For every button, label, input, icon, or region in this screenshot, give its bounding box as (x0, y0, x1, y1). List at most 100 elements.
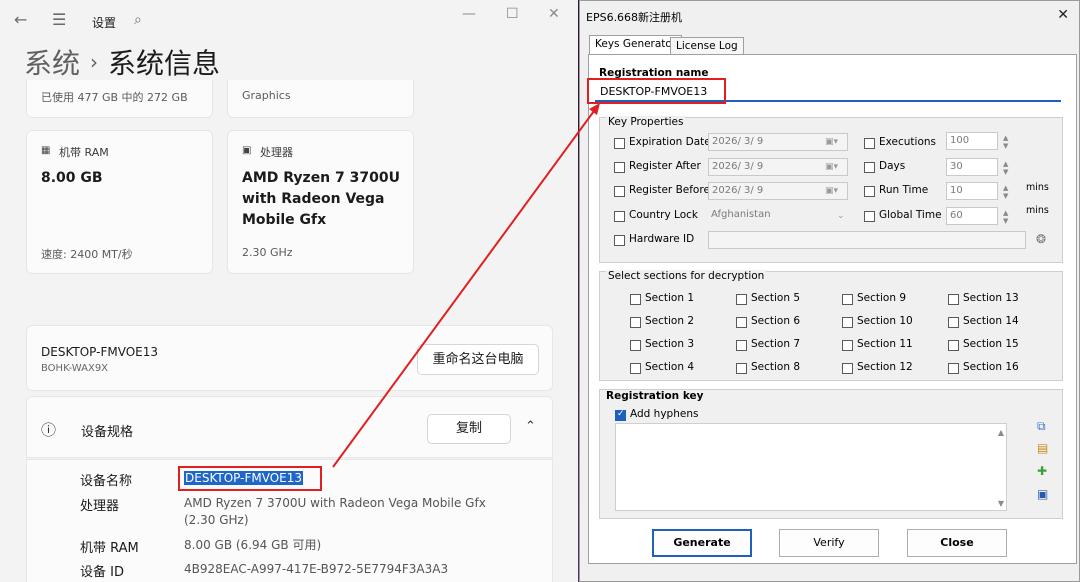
settings-window: ← ☰ 设置 ⌕ — ☐ ✕ 系统 › 系统信息 已使用 477 GB 中的 272… (0, 0, 578, 582)
verify-button[interactable]: Verify (779, 529, 879, 557)
run-time-field[interactable]: 10 (946, 182, 998, 200)
section-checkbox[interactable] (630, 317, 641, 328)
ram-label: 机带 RAM (59, 146, 109, 159)
specs-title: 设备规格 (81, 425, 134, 440)
section-label: Section 6 (751, 315, 801, 327)
section-checkbox[interactable] (630, 363, 641, 374)
spec-value-device-id: 4B928EAC-A997-417E-B972-5E7794F3A3A3 (184, 562, 449, 576)
days-checkbox[interactable] (864, 162, 875, 173)
processor-icon: ▣ (242, 145, 252, 156)
section-checkbox[interactable] (948, 363, 959, 374)
section-checkbox[interactable] (736, 294, 747, 305)
scroll-down-icon[interactable]: ▼ (998, 499, 1004, 508)
chevron-down-icon[interactable]: ⌄ (837, 211, 845, 221)
breadcrumb: 系统 › 系统信息 (24, 42, 220, 82)
processor-line-3: Mobile Gfx (242, 212, 327, 228)
tab-license-log[interactable]: License Log (670, 37, 744, 55)
spec-value-ram: 8.00 GB (6.94 GB 可用) (184, 538, 322, 552)
paste-icon[interactable]: ▤ (1037, 441, 1048, 455)
section-checkbox[interactable] (736, 340, 747, 351)
breadcrumb-parent[interactable]: 系统 (24, 47, 80, 80)
spinner-icon[interactable]: ▲ ▼ (1003, 209, 1008, 225)
keys-generator-panel: Registration name DESKTOP-FMVOE13 Key Pr… (588, 54, 1077, 564)
section-checkbox[interactable] (948, 340, 959, 351)
section-label: Section 5 (751, 292, 801, 304)
annotation-box-left (178, 466, 322, 491)
register-before-checkbox[interactable] (614, 186, 625, 197)
search-icon[interactable]: ⌕ (134, 12, 142, 28)
settings-titlebar: ← ☰ 设置 ⌕ — ☐ ✕ (0, 0, 578, 40)
section-checkbox[interactable] (630, 340, 641, 351)
tab-keys-generator[interactable]: Keys Generator (589, 35, 683, 55)
add-icon[interactable]: ✚ (1037, 464, 1047, 478)
global-time-field[interactable]: 60 (946, 207, 998, 225)
add-hyphens-label: Add hyphens (630, 408, 699, 420)
page-title: 系统信息 (108, 47, 221, 80)
expiration-date-checkbox[interactable] (614, 138, 625, 149)
hardware-id-field[interactable] (708, 231, 1026, 249)
fingerprint-icon[interactable]: ❂ (1036, 232, 1046, 246)
spinner-icon[interactable]: ▲ ▼ (1003, 184, 1008, 200)
spinner-icon[interactable]: ▲ ▼ (1003, 160, 1008, 176)
register-after-checkbox[interactable] (614, 162, 625, 173)
executions-checkbox[interactable] (864, 138, 875, 149)
rename-pc-button[interactable]: 重命名这台电脑 (417, 344, 539, 375)
maximize-icon[interactable]: ☐ (506, 6, 519, 22)
executions-field[interactable]: 100 (946, 132, 998, 150)
run-time-checkbox[interactable] (864, 186, 875, 197)
generate-button[interactable]: Generate (652, 529, 752, 557)
section-checkbox[interactable] (842, 340, 853, 351)
country-lock-checkbox[interactable] (614, 211, 625, 222)
registration-key-output[interactable]: ▲ ▼ (615, 423, 1007, 511)
specs-header[interactable]: ⓘ 设备规格 复制 ⌃ (26, 396, 553, 458)
chevron-up-icon[interactable]: ⌃ (525, 419, 536, 434)
calendar-dropdown-icon[interactable]: ▣▾ (825, 162, 838, 172)
minimize-icon[interactable]: — (462, 6, 476, 22)
country-select[interactable]: Afghanistan (708, 207, 848, 225)
calendar-dropdown-icon[interactable]: ▣▾ (825, 186, 838, 196)
spec-label-ram: 机带 RAM (80, 541, 139, 556)
scroll-up-icon[interactable]: ▲ (998, 428, 1004, 437)
section-label: Section 9 (857, 292, 907, 304)
section-checkbox[interactable] (842, 317, 853, 328)
calendar-dropdown-icon[interactable]: ▣▾ (825, 137, 838, 147)
global-time-unit: mins (1026, 205, 1049, 216)
section-label: Section 4 (645, 361, 695, 373)
register-after-label: Register After (629, 160, 701, 172)
graphics-text: Graphics (242, 89, 291, 102)
dialog-title: EPS6.668新注册机 (586, 11, 683, 24)
graphics-card: Graphics (227, 80, 414, 118)
global-time-checkbox[interactable] (864, 211, 875, 222)
close-button[interactable]: Close (907, 529, 1007, 557)
sections-group: Select sections for decryption Section 1… (599, 270, 1063, 381)
ram-speed: 速度: 2400 MT/秒 (41, 248, 133, 261)
ram-card: ▦ 机带 RAM 8.00 GB 速度: 2400 MT/秒 (26, 130, 213, 274)
close-icon[interactable]: ✕ (548, 6, 560, 22)
section-label: Section 2 (645, 315, 695, 327)
back-arrow-icon[interactable]: ← (14, 10, 27, 29)
hardware-id-checkbox[interactable] (614, 235, 625, 246)
section-checkbox[interactable] (736, 317, 747, 328)
section-checkbox[interactable] (948, 294, 959, 305)
save-icon[interactable]: ▣ (1037, 487, 1048, 501)
section-label: Section 1 (645, 292, 695, 304)
close-icon[interactable]: ✕ (1057, 7, 1069, 23)
spinner-icon[interactable]: ▲ ▼ (1003, 134, 1008, 150)
register-before-label: Register Before (629, 184, 710, 196)
section-checkbox[interactable] (842, 363, 853, 374)
info-icon: ⓘ (41, 421, 57, 439)
section-checkbox[interactable] (736, 363, 747, 374)
add-hyphens-checkbox[interactable] (615, 409, 626, 421)
hamburger-menu-icon[interactable]: ☰ (52, 10, 66, 29)
device-name: DESKTOP-FMVOE13 (41, 345, 159, 359)
expiration-date-label: Expiration Date (629, 136, 711, 148)
section-checkbox[interactable] (948, 317, 959, 328)
days-field[interactable]: 30 (946, 158, 998, 176)
breadcrumb-separator: › (90, 50, 99, 74)
spec-label-processor: 处理器 (80, 499, 120, 514)
section-checkbox[interactable] (842, 294, 853, 305)
section-checkbox[interactable] (630, 294, 641, 305)
copy-button[interactable]: 复制 (427, 414, 511, 444)
copy-icon[interactable]: ⧉ (1037, 419, 1046, 434)
annotation-box-right (587, 78, 726, 104)
